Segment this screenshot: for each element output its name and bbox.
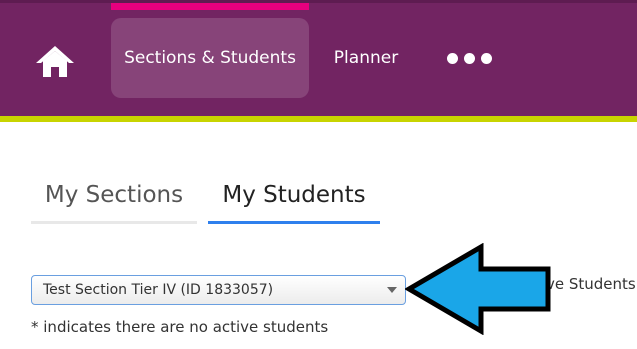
accent-bar — [0, 116, 637, 122]
no-active-students-note: * indicates there are no active students — [31, 318, 329, 336]
more-dots-icon — [446, 52, 458, 64]
chevron-down-icon — [387, 287, 397, 293]
more-dots-icon — [480, 52, 492, 64]
section-select-value: Test Section Tier IV (ID 1833057) — [43, 282, 274, 298]
section-select[interactable]: Test Section Tier IV (ID 1833057) — [31, 275, 406, 305]
active-nav-indicator — [111, 3, 309, 10]
home-button[interactable] — [33, 42, 77, 80]
tab-label: My Students — [222, 181, 366, 208]
callout-arrow-icon — [405, 243, 551, 335]
nav-item-label: Planner — [333, 48, 399, 68]
tab-my-sections[interactable]: My Sections — [31, 168, 197, 224]
active-students-label: ve Students — [546, 275, 636, 293]
tab-label: My Sections — [44, 181, 184, 208]
more-dots-icon — [463, 52, 475, 64]
nav-item-sections-students[interactable]: Sections & Students — [111, 18, 309, 98]
top-navigation-bar — [0, 0, 637, 116]
tab-my-students[interactable]: My Students — [208, 168, 380, 224]
page: Sections & Students Planner My Sections … — [0, 0, 637, 349]
more-menu-button[interactable] — [436, 18, 502, 98]
home-icon — [36, 46, 74, 77]
top-edge-strip — [0, 0, 637, 3]
nav-item-label: Sections & Students — [124, 48, 296, 68]
nav-item-planner[interactable]: Planner — [322, 18, 410, 98]
